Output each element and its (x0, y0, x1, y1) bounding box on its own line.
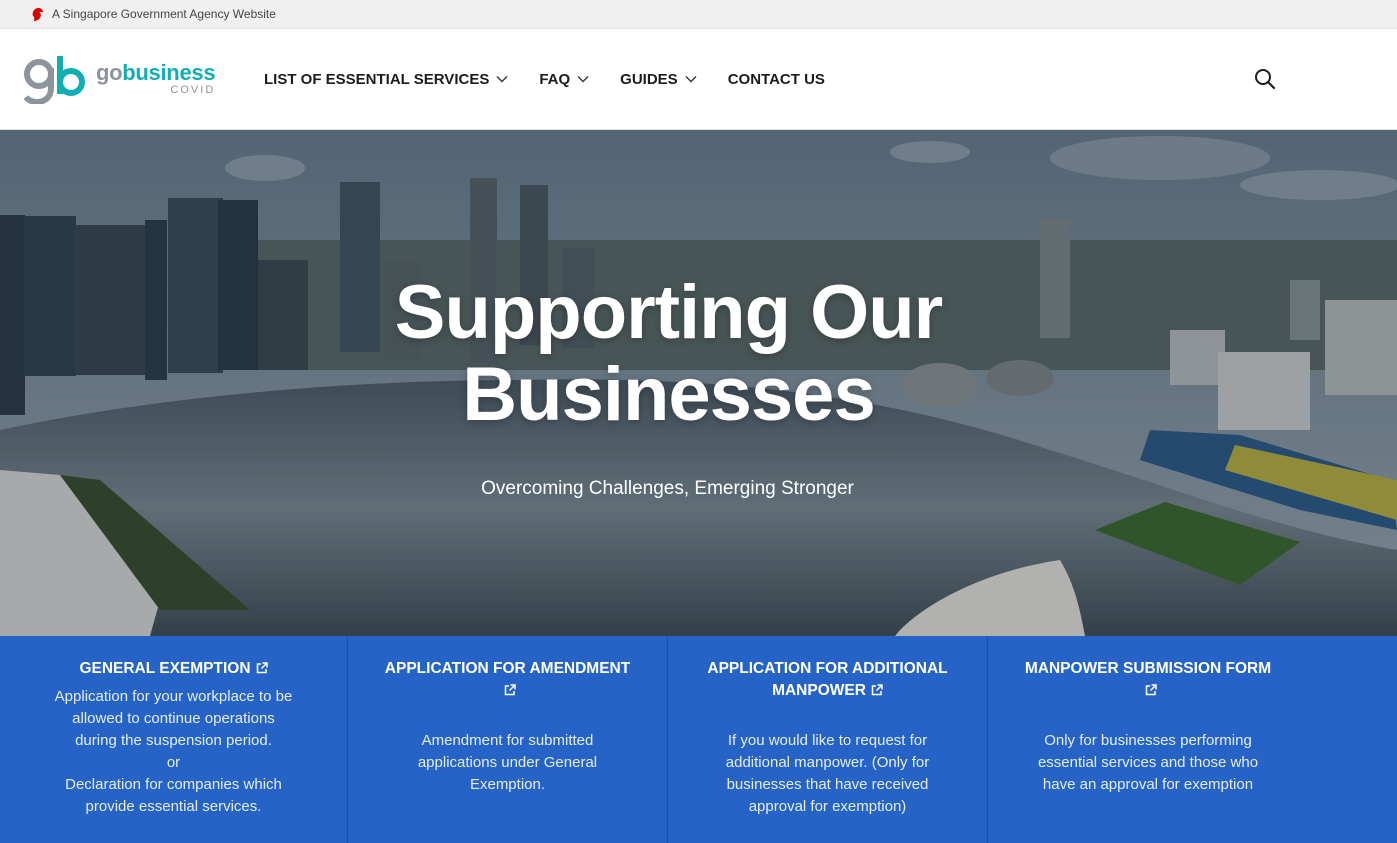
logo-wordmark: gobusiness COVID (96, 60, 216, 96)
card-desc-line: allowed to continue operations (72, 710, 275, 727)
hero-title-line1: Supporting Our (394, 270, 943, 355)
card-description: Application for your workplace to be all… (14, 686, 333, 818)
hero-title-line2: Businesses (462, 352, 875, 437)
card-desc-line: applications under General (417, 754, 598, 771)
search-icon[interactable] (1254, 68, 1276, 90)
card-description: Only for businesses performing essential… (1002, 730, 1294, 796)
card-desc-line: Amendment for submitted (421, 732, 594, 749)
external-link-icon (504, 684, 516, 696)
card-title-text: APPLICATION FOR AMENDMENT (384, 660, 631, 677)
card-desc-line: businesses that have received (726, 776, 929, 793)
main-nav: LIST OF ESSENTIAL SERVICES FAQ GUIDES CO… (264, 71, 856, 88)
nav-item-label: CONTACT US (727, 70, 825, 88)
nav-item-faq[interactable]: FAQ (539, 71, 589, 88)
card-application-for-additional-manpower: APPLICATION FOR ADDITIONAL MANPOWER If y… (668, 636, 988, 843)
card-description: If you would like to request for additio… (682, 730, 973, 818)
card-manpower-submission-form: MANPOWER SUBMISSION FORM Only for busine… (988, 636, 1308, 843)
card-desc-line: have an approval for exemption (1042, 776, 1254, 793)
hero-banner: Supporting Our Businesses Overcoming Cha… (0, 130, 1397, 636)
card-desc-line: If you would like to request for (727, 732, 928, 749)
external-link-icon (871, 684, 883, 696)
card-title-text: GENERAL EXEMPTION (79, 660, 251, 677)
hero-title: Supporting Our Businesses (0, 272, 1337, 436)
card-desc-line: Declaration for companies which (65, 776, 282, 793)
card-title-link[interactable]: GENERAL EXEMPTION (14, 658, 333, 680)
card-title-text: MANPOWER SUBMISSION FORM (1024, 660, 1272, 677)
logo-covid: COVID (170, 84, 216, 96)
card-desc-line: Exemption. (469, 776, 546, 793)
card-title-link[interactable]: APPLICATION FOR ADDITIONAL MANPOWER (682, 658, 973, 702)
gb-logo-mark (24, 56, 85, 104)
lion-head-icon (32, 7, 44, 21)
nav-item-contact-us[interactable]: CONTACT US (728, 71, 825, 88)
service-cards: GENERAL EXEMPTION Application for your w… (0, 636, 1397, 843)
chevron-down-icon (496, 76, 508, 83)
card-description: Amendment for submitted applications und… (362, 730, 653, 796)
card-general-exemption: GENERAL EXEMPTION Application for your w… (0, 636, 348, 843)
card-desc-line: or (166, 754, 181, 771)
site-header: gobusiness COVID LIST OF ESSENTIAL SERVI… (0, 29, 1397, 130)
card-title-link[interactable]: APPLICATION FOR AMENDMENT (362, 658, 653, 702)
card-desc-line: Application for your workplace to be (54, 688, 293, 705)
card-title-link[interactable]: MANPOWER SUBMISSION FORM (1002, 658, 1294, 702)
card-title-text: APPLICATION FOR ADDITIONAL MANPOWER (707, 660, 948, 699)
external-link-icon (1145, 684, 1157, 696)
card-desc-line: additional manpower. (Only for (725, 754, 930, 771)
card-desc-line: essential services and those who (1037, 754, 1259, 771)
card-application-for-amendment: APPLICATION FOR AMENDMENT Amendment for … (348, 636, 668, 843)
gobusiness-logo[interactable]: gobusiness COVID (24, 54, 244, 104)
card-desc-line: approval for exemption) (748, 798, 907, 815)
hero-subtitle: Overcoming Challenges, Emerging Stronger (481, 478, 854, 499)
chevron-down-icon (577, 76, 589, 83)
card-desc-line: Only for businesses performing (1044, 732, 1252, 749)
masthead-text: A Singapore Government Agency Website (52, 7, 276, 21)
logo-go: go (96, 60, 123, 85)
card-desc-line: during the suspension period. (75, 732, 272, 749)
nav-item-essential-services[interactable]: LIST OF ESSENTIAL SERVICES (264, 71, 508, 88)
gov-masthead: A Singapore Government Agency Website (0, 0, 1397, 29)
nav-item-guides[interactable]: GUIDES (620, 71, 697, 88)
nav-item-label: FAQ (539, 70, 571, 88)
chevron-down-icon (685, 76, 697, 83)
nav-item-label: LIST OF ESSENTIAL SERVICES (264, 70, 490, 88)
logo-business: business (122, 60, 216, 85)
card-desc-line: provide essential services. (85, 798, 262, 815)
external-link-icon (256, 662, 268, 674)
nav-item-label: GUIDES (620, 70, 678, 88)
